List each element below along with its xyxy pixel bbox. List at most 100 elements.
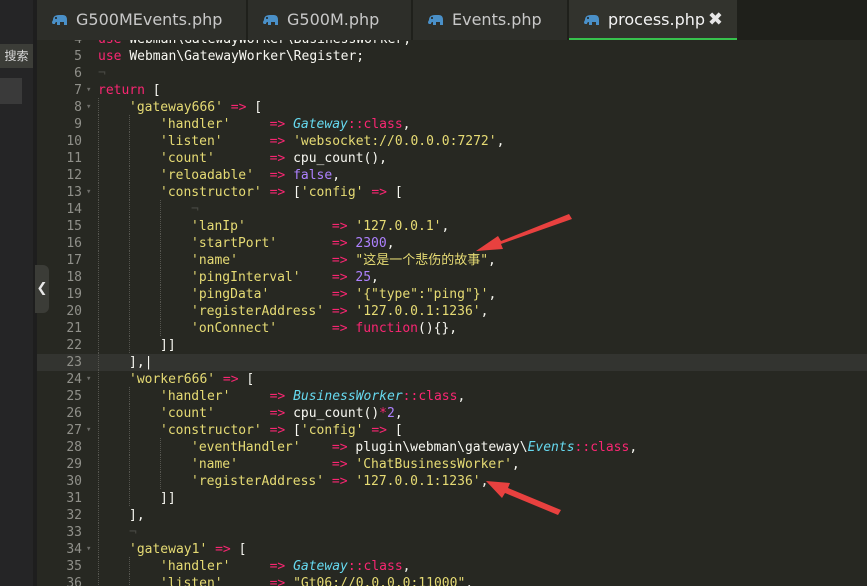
line-number: 10 [66,134,82,149]
token-op: => [331,457,348,472]
code-line[interactable]: 10 'listen' => 'websocket://0.0.0.0:7272'… [37,132,867,150]
code-line[interactable]: 29 'name' => 'ChatBusinessWorker', [37,455,867,473]
code-text: 'constructor' => ['config' => [ [160,184,403,201]
token-def [207,542,215,557]
indent-guide [98,251,99,268]
fold-arrow-icon[interactable]: ▾ [86,371,91,388]
token-def [230,559,269,574]
code-line[interactable]: 36 'listen' => "Gt06://0.0.0.0:11000", [37,574,867,586]
code-line[interactable]: 11 'count' => cpu_count(), [37,149,867,167]
code-line[interactable]: 31]] [37,489,867,507]
fold-arrow-icon[interactable]: ▾ [86,99,91,116]
code-text: 'eventHandler' => plugin\webman\gateway\… [191,439,637,456]
code-line[interactable]: 26 'count' => cpu_count()*2, [37,404,867,422]
fold-arrow-icon[interactable]: ▾ [86,184,91,201]
token-str: 'lanIp' [191,219,246,234]
token-ws: ¬ [191,202,199,217]
code-line[interactable]: 18'pingInterval' => 25, [37,268,867,286]
token-ws: ¬ [129,525,137,540]
code-line[interactable]: 34 ▾ 'gateway1' => [ [37,540,867,558]
code-line[interactable]: 28 'eventHandler' => plugin\webman\gatewa… [37,438,867,456]
indent-guide [160,472,161,489]
code-text: ], [129,507,145,524]
code-line[interactable]: 19'pingData' => '{"type":"ping"}', [37,285,867,303]
code-line[interactable]: 14 ¬ [37,200,867,218]
indent-guide [129,336,130,353]
code-line[interactable]: 5 use Webman\GatewayWorker\Register; [37,48,867,65]
fold-arrow-icon[interactable]: ▾ [86,422,91,439]
search-button[interactable]: 搜索 [0,44,33,68]
code-line[interactable]: 30 'registerAddress' => '127.0.0.1:1236', [37,472,867,490]
code-text: 'registerAddress' => '127.0.0.1:1236', [191,473,488,490]
code-line[interactable]: 27 ▾'constructor' => ['config' => [ [37,421,867,439]
code-text: ¬ [98,65,106,82]
tab-g500mevents-php[interactable]: G500MEvents.php [37,0,246,40]
token-op: :: [347,117,364,132]
token-def: [ [285,185,301,200]
token-def: , [511,457,520,472]
code-line[interactable]: 4 use Webman\GatewayWorker\BusinessWorker… [37,40,867,48]
sidebar-selected-item[interactable] [0,78,22,104]
token-def: [ [387,423,403,438]
code-text: ]] [160,337,176,354]
token-def [246,219,332,234]
line-number: 24 [66,372,82,387]
token-def [254,168,270,183]
indent-guide [98,132,99,149]
token-def [285,168,293,183]
line-number: 36 [66,576,82,586]
line-number: 6 [74,66,82,81]
code-line[interactable]: 8 ▾ 'gateway666' => [ [37,98,867,116]
token-def: ], [129,508,145,523]
code-line[interactable]: 32], [37,506,867,524]
line-number: 21 [66,321,82,336]
code-line[interactable]: 24 ▾ 'worker666' => [ [37,370,867,388]
token-str: 'ChatBusinessWorker' [355,457,512,472]
code-line[interactable]: 21 'onConnect' => function(){}, [37,319,867,337]
code-text: 'name' => "这是一个悲伤的故事", [191,252,496,269]
token-def: [ [152,83,161,98]
tab-label: G500MEvents.php [76,10,223,29]
line-number: 11 [66,151,82,166]
fold-arrow-icon[interactable]: ▾ [86,541,91,558]
code-line[interactable]: 6 ¬ [37,65,867,82]
code-line[interactable]: 13 ▾'constructor' => ['config' => [ [37,183,867,201]
code-line[interactable]: 7 ▾ return [ [37,82,867,99]
chevron-left-icon: ❮ [36,281,48,296]
token-def [215,406,270,421]
code-text: 'registerAddress' => '127.0.0.1:1236', [191,303,488,320]
indent-guide [129,149,130,166]
code-line[interactable]: 20'registerAddress' => '127.0.0.1:1236', [37,302,867,320]
tab-process-php[interactable]: process.php ✖ [569,0,737,40]
line-number: 8 [74,100,82,115]
code-line[interactable]: 17'name' => "这是一个悲伤的故事", [37,251,867,269]
code-line[interactable]: 15 'lanIp' => '127.0.0.1', [37,217,867,235]
token-def [215,151,270,166]
token-def: [ [238,372,255,387]
code-line[interactable]: 12 'reloadable' => false, [37,166,867,184]
php-file-icon [52,15,67,25]
code-line[interactable]: 23],| [37,353,867,371]
code-line[interactable]: 25 'handler' => BusinessWorker::class, [37,387,867,405]
code-line[interactable]: 16 'startPort' => 2300, [37,234,867,252]
php-file-icon [584,15,599,25]
fold-arrow-icon[interactable]: ▾ [86,82,91,99]
code-line[interactable]: 9 'handler' => Gateway::class, [37,115,867,133]
tab-events-php[interactable]: Events.php [413,0,567,40]
line-number: 26 [66,406,82,421]
token-def [301,440,332,455]
tab-label: Events.php [452,10,542,29]
token-op: :: [574,440,591,455]
token-str: '{"type":"ping"}' [355,287,489,302]
code-line[interactable]: 22]] [37,336,867,354]
code-line[interactable]: 35 'handler' => Gateway::class, [37,557,867,575]
token-op: => [331,236,348,251]
token-op: => [371,185,387,200]
code-text: 'handler' => Gateway::class, [160,558,411,575]
collapse-sidebar-button[interactable]: ❮ [35,265,49,313]
close-icon[interactable]: ✖ [708,0,723,40]
code-line[interactable]: 33 ¬ [37,523,867,541]
token-str: 'gateway666' [129,100,223,115]
code-editor[interactable]: 4 use Webman\GatewayWorker\BusinessWorker… [37,40,867,586]
tab-g500m-php[interactable]: G500M.php [248,0,411,40]
